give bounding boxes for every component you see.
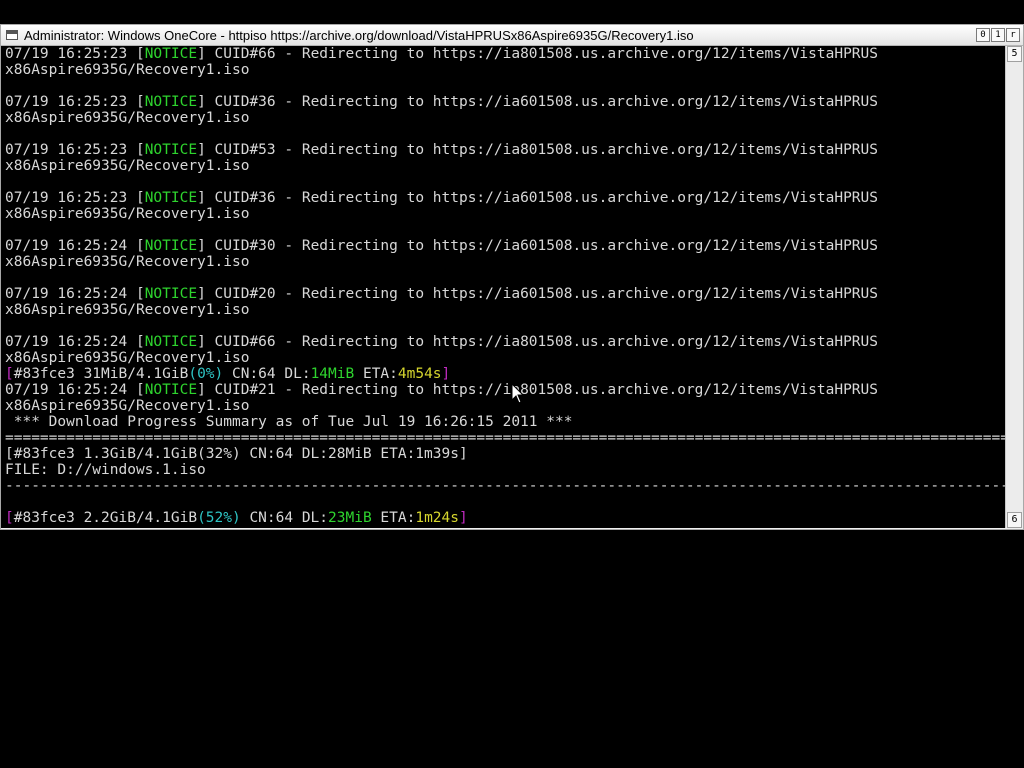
console-segment: ] — [441, 366, 451, 382]
vertical-scrollbar[interactable]: 5 6 — [1005, 46, 1023, 528]
console-line: *** Download Progress Summary as of Tue … — [5, 414, 1005, 430]
console-segment: NOTICE — [144, 46, 198, 62]
console-segment: 07/19 16:25:24 [ — [5, 286, 145, 302]
console-segment: ----------------------------------------… — [5, 478, 1005, 494]
console-segment: 07/19 16:25:24 [ — [5, 238, 145, 254]
console-text: 07/19 16:25:23 [NOTICE] CUID#66 - Redire… — [5, 46, 1005, 526]
console-segment: x86Aspire6935G/Recovery1.iso — [5, 110, 250, 126]
console-line: [#83fce3 2.2GiB/4.1GiB(52%) CN:64 DL:23M… — [5, 510, 1005, 526]
minimize-button[interactable]: 0 — [976, 28, 990, 42]
console-segment: (0%) — [188, 366, 224, 382]
console-line: 07/19 16:25:23 [NOTICE] CUID#66 - Redire… — [5, 46, 1005, 62]
console-segment: x86Aspire6935G/Recovery1.iso — [5, 350, 250, 366]
console-window: Administrator: Windows OneCore - httpiso… — [0, 24, 1024, 530]
console-segment: NOTICE — [144, 94, 198, 110]
console-line: x86Aspire6935G/Recovery1.iso — [5, 158, 1005, 174]
console-line: x86Aspire6935G/Recovery1.iso — [5, 350, 1005, 366]
console-line: x86Aspire6935G/Recovery1.iso — [5, 254, 1005, 270]
console-segment: 07/19 16:25:23 [ — [5, 94, 145, 110]
console-segment: 07/19 16:25:23 [ — [5, 190, 145, 206]
console-segment: ] CUID#36 - Redirecting to https://ia601… — [197, 94, 878, 110]
console-output[interactable]: 07/19 16:25:23 [NOTICE] CUID#66 - Redire… — [1, 46, 1005, 528]
console-segment: x86Aspire6935G/Recovery1.iso — [5, 302, 250, 318]
console-line: x86Aspire6935G/Recovery1.iso — [5, 398, 1005, 414]
console-segment: NOTICE — [144, 190, 198, 206]
console-segment: x86Aspire6935G/Recovery1.iso — [5, 398, 250, 414]
console-segment: NOTICE — [144, 238, 198, 254]
console-segment: ] CUID#66 - Redirecting to https://ia801… — [197, 334, 878, 350]
console-segment: 07/19 16:25:23 [ — [5, 46, 145, 62]
console-segment: x86Aspire6935G/Recovery1.iso — [5, 254, 250, 270]
console-line: 07/19 16:25:24 [NOTICE] CUID#20 - Redire… — [5, 286, 1005, 302]
console-line: 07/19 16:25:24 [NOTICE] CUID#30 - Redire… — [5, 238, 1005, 254]
console-segment: ETA: — [371, 510, 416, 526]
close-button[interactable]: r — [1006, 28, 1020, 42]
console-line: x86Aspire6935G/Recovery1.iso — [5, 62, 1005, 78]
console-segment: 1m24s — [415, 510, 459, 526]
title-bar[interactable]: Administrator: Windows OneCore - httpiso… — [1, 25, 1023, 46]
console-segment: ] CUID#30 - Redirecting to https://ia601… — [197, 238, 878, 254]
window-title: Administrator: Windows OneCore - httpiso… — [24, 27, 694, 43]
console-line: [#83fce3 1.3GiB/4.1GiB(32%) CN:64 DL:28M… — [5, 446, 1005, 462]
console-app-icon[interactable] — [6, 30, 18, 40]
console-segment: 07/19 16:25:23 [ — [5, 142, 145, 158]
console-line: x86Aspire6935G/Recovery1.iso — [5, 206, 1005, 222]
console-segment: #83fce3 31MiB/4.1GiB — [13, 366, 189, 382]
console-segment: ETA: — [354, 366, 398, 382]
mouse-pointer-icon — [511, 383, 525, 404]
console-line: 07/19 16:25:24 [NOTICE] CUID#21 - Redire… — [5, 382, 1005, 398]
console-segment: 07/19 16:25:24 [ — [5, 382, 145, 398]
console-segment: 4m54s — [397, 366, 442, 382]
console-segment: ========================================… — [5, 430, 1005, 446]
console-segment: NOTICE — [144, 382, 198, 398]
console-segment: ] CUID#21 - Redirecting to https://ia801… — [197, 382, 878, 398]
console-line: 07/19 16:25:23 [NOTICE] CUID#36 - Redire… — [5, 190, 1005, 206]
console-line: 07/19 16:25:23 [NOTICE] CUID#36 - Redire… — [5, 94, 1005, 110]
console-segment: x86Aspire6935G/Recovery1.iso — [5, 62, 250, 78]
console-segment: CN:64 DL: — [240, 510, 329, 526]
console-segment: CN:64 DL: — [223, 366, 311, 382]
console-segment: [ — [5, 510, 14, 526]
console-segment: FILE: D://windows.1.iso — [5, 462, 206, 478]
console-segment: 14MiB — [310, 366, 355, 382]
console-segment: ] — [459, 510, 468, 526]
console-segment: x86Aspire6935G/Recovery1.iso — [5, 206, 250, 222]
console-segment: 07/19 16:25:24 [ — [5, 334, 145, 350]
console-segment: ] CUID#53 - Redirecting to https://ia801… — [197, 142, 878, 158]
console-segment: ] CUID#36 - Redirecting to https://ia601… — [197, 190, 878, 206]
console-line: 07/19 16:25:23 [NOTICE] CUID#53 - Redire… — [5, 142, 1005, 158]
window-controls: 0 1 r — [975, 28, 1020, 42]
console-segment: ] CUID#20 - Redirecting to https://ia601… — [197, 286, 878, 302]
console-segment: NOTICE — [144, 286, 198, 302]
console-segment: [#83fce3 1.3GiB/4.1GiB(32%) CN:64 DL:28M… — [5, 446, 468, 462]
console-segment: #83fce3 2.2GiB/4.1GiB — [13, 510, 198, 526]
console-line: x86Aspire6935G/Recovery1.iso — [5, 110, 1005, 126]
console-segment: NOTICE — [144, 142, 198, 158]
scroll-down-button[interactable]: 6 — [1007, 512, 1022, 528]
console-line: 07/19 16:25:24 [NOTICE] CUID#66 - Redire… — [5, 334, 1005, 350]
console-segment: NOTICE — [144, 334, 198, 350]
console-line: ----------------------------------------… — [5, 478, 1005, 494]
console-line: [#83fce3 31MiB/4.1GiB(0%) CN:64 DL:14MiB… — [5, 366, 1005, 382]
console-line: x86Aspire6935G/Recovery1.iso — [5, 302, 1005, 318]
scroll-up-button[interactable]: 5 — [1007, 46, 1022, 62]
console-segment: x86Aspire6935G/Recovery1.iso — [5, 158, 250, 174]
console-segment: ] CUID#66 - Redirecting to https://ia801… — [197, 46, 878, 62]
console-segment: (52%) — [197, 510, 241, 526]
console-line: ========================================… — [5, 430, 1005, 446]
console-segment: *** Download Progress Summary as of Tue … — [5, 414, 573, 430]
console-line: FILE: D://windows.1.iso — [5, 462, 1005, 478]
console-segment: [ — [5, 366, 14, 382]
maximize-button[interactable]: 1 — [991, 28, 1005, 42]
console-segment: 23MiB — [328, 510, 372, 526]
